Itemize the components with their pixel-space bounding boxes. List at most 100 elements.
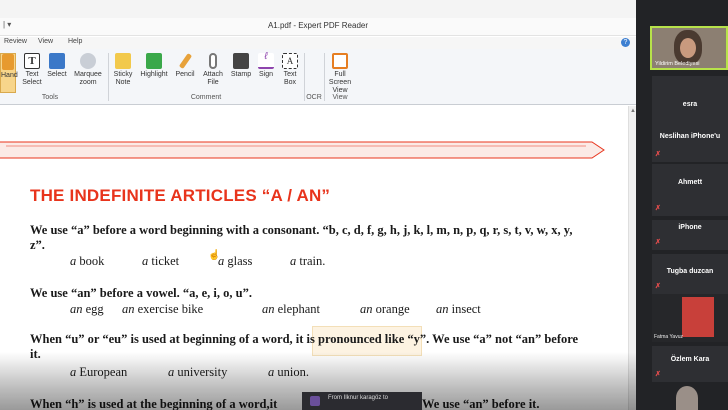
highlight-button[interactable]: Highlight (138, 53, 170, 93)
participant-name: Ahmett (677, 179, 703, 186)
muted-mic-icon: ✗ (655, 205, 661, 212)
participant-tile[interactable]: Özlem Kara ✗ (652, 346, 728, 382)
example-a-university: a university (168, 365, 228, 379)
marquee-zoom-label: Marquee zoom (74, 71, 102, 86)
text-select-button[interactable]: T Text Select (20, 53, 44, 93)
menu-help[interactable]: Help (68, 38, 82, 45)
chat-avatar-icon (310, 396, 320, 406)
text-select-icon: T (24, 53, 40, 69)
sign-label: Sign (258, 71, 273, 78)
sticky-note-button[interactable]: Sticky Note (112, 53, 134, 93)
stamp-icon (233, 53, 249, 69)
menu-bar: Review View Help ? (0, 37, 636, 49)
full-screen-button[interactable]: Full Screen View (326, 53, 354, 94)
window-top-strip (0, 0, 636, 18)
participant-name: Fatma Yavuz (654, 334, 683, 340)
title-bar: | ▾ A1.pdf - Expert PDF Reader (0, 18, 636, 36)
group-tools-label: Tools (41, 94, 59, 101)
paragraph-u-eu-rule: When “u” or “eu” is used at beginning of… (30, 332, 579, 361)
text-box-label: Text Box (283, 71, 297, 86)
example-an-elephant: an elephant (262, 302, 320, 316)
participant-name: Neslihan iPhone'u (659, 133, 721, 140)
stamp-label: Stamp (230, 71, 252, 78)
paperclip-icon (209, 53, 217, 69)
group-ocr-label: OCR (306, 94, 322, 101)
select-button[interactable]: Select (46, 53, 68, 93)
example-a-glass: a glass (218, 254, 253, 268)
participant-tile[interactable]: Neslihan iPhone'u ✗ (652, 108, 728, 162)
participant-avatar (676, 386, 698, 410)
participant-name: Tugba duzcan (666, 268, 714, 275)
muted-mic-icon: ✗ (655, 371, 661, 378)
example-a-european: a European (70, 365, 128, 379)
hand-icon (2, 54, 14, 70)
speaker-face (680, 38, 696, 58)
example-an-insect: an insect (436, 302, 481, 316)
participant-tile[interactable]: Tugba duzcan ✗ (652, 254, 728, 294)
window-title: A1.pdf - Expert PDF Reader (267, 21, 369, 30)
paragraph-h-rule-end: We use “an” before it. (422, 397, 540, 410)
ribbon-separator (324, 53, 325, 101)
pencil-button[interactable]: Pencil (173, 53, 197, 93)
attach-file-label: Attach File (203, 71, 223, 86)
select-label: Select (47, 71, 67, 78)
ribbon-separator (108, 53, 109, 101)
example-a-book: a book (70, 254, 105, 268)
highlight-icon (146, 53, 162, 69)
menu-review[interactable]: Review (4, 38, 27, 45)
active-speaker-video[interactable]: Yildirim Belediyesi (650, 26, 728, 70)
participant-name: esra (682, 101, 698, 108)
example-row-consonants: a book a ticket ☝ a glass a train. (70, 250, 325, 269)
zoom-icon (80, 53, 96, 69)
group-comment-label: Comment (190, 94, 222, 101)
participant-name: iPhone (678, 224, 702, 231)
sticky-note-label: Sticky Note (113, 71, 133, 86)
menu-view[interactable]: View (38, 38, 53, 45)
highlight-label: Highlight (140, 71, 168, 78)
participant-name: Yildirim Belediyesi (655, 61, 700, 67)
text-box-icon: A (282, 53, 298, 69)
marquee-zoom-button[interactable]: Marquee zoom (72, 53, 104, 93)
participant-video (682, 297, 714, 337)
pdf-reader-window: | ▾ A1.pdf - Expert PDF Reader Review Vi… (0, 0, 636, 410)
help-icon[interactable]: ? (621, 38, 630, 47)
example-an-exercise-bike: an exercise bike (122, 302, 204, 316)
chat-notification-text: From Ilknur karagöz to (328, 395, 389, 401)
sticky-note-icon (115, 53, 131, 69)
attach-file-button[interactable]: Attach File (200, 53, 226, 93)
participant-tile[interactable]: iPhone ✗ (652, 220, 728, 250)
participant-tile-video[interactable]: Fatma Yavuz (652, 294, 728, 342)
pencil-label: Pencil (175, 71, 195, 78)
example-a-ticket: a ticket (142, 254, 180, 268)
example-a-train: a train. (290, 254, 326, 268)
group-view-label: View (332, 94, 348, 101)
paragraph-consonant-rule: We use “a” before a word beginning with … (30, 223, 573, 252)
example-row-vowels: an egg an exercise bike an elephant an o… (70, 302, 481, 317)
text-select-label: Text Select (22, 71, 42, 86)
hand-tool-button[interactable]: Hand (0, 53, 18, 93)
screen: | ▾ A1.pdf - Expert PDF Reader Review Vi… (0, 0, 728, 410)
document-page[interactable]: THE INDEFINITE ARTICLES “A / AN” We use … (0, 106, 628, 410)
participant-name: Özlem Kara (670, 356, 710, 363)
full-screen-label: Full Screen View (328, 71, 352, 94)
example-an-orange: an orange (360, 302, 410, 316)
paragraph-vowel-rule: We use “an” before a vowel. “a, e, i, o,… (30, 286, 252, 300)
sign-icon: ℓ (258, 52, 274, 69)
example-a-union: a union. (268, 365, 309, 379)
page-heading: THE INDEFINITE ARTICLES “A / AN” (30, 186, 331, 205)
vertical-scrollbar[interactable]: ▲ (628, 106, 636, 410)
muted-mic-icon: ✗ (655, 283, 661, 290)
select-icon (49, 53, 65, 69)
hand-tool-label: Hand (1, 72, 18, 79)
ribbon-toolbar: Hand T Text Select Select Marquee zoom S… (0, 49, 636, 105)
muted-mic-icon: ✗ (655, 239, 661, 246)
chat-notification[interactable]: From Ilknur karagöz to (302, 392, 422, 410)
decorative-banner (0, 141, 605, 159)
pencil-icon (178, 53, 192, 69)
participant-tile[interactable]: Ahmett ✗ (652, 164, 728, 216)
stamp-button[interactable]: Stamp (229, 53, 253, 93)
example-row-u-eu: a European a university a union. (70, 365, 309, 380)
sign-button[interactable]: ℓ Sign (256, 52, 276, 93)
text-box-button[interactable]: A Text Box (279, 53, 301, 93)
muted-mic-icon: ✗ (655, 151, 661, 158)
